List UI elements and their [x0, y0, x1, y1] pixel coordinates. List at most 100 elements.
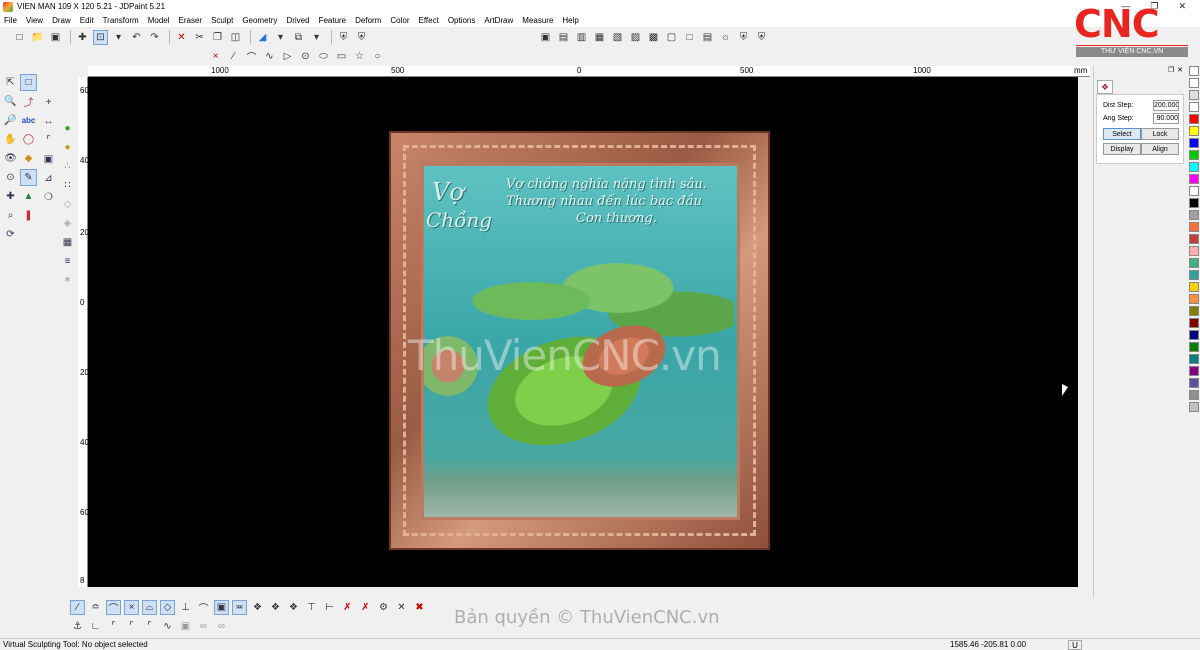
color-swatch[interactable] — [1189, 138, 1199, 148]
mirror-icon[interactable]: ❚ — [20, 207, 37, 224]
menu-sculpt[interactable]: Sculpt — [211, 16, 233, 25]
link-icon[interactable]: ∞ — [196, 619, 211, 634]
chamfer-icon[interactable]: ⌜ — [106, 619, 121, 634]
select-button[interactable]: Select — [1103, 128, 1141, 140]
gem-icon[interactable]: ◆ — [20, 150, 37, 167]
layers-stack-icon[interactable]: ≡ — [59, 253, 76, 270]
drawing-canvas[interactable]: Vợ Chồng Vợ chồng nghĩa nặng tình sâu. T… — [88, 77, 1078, 587]
bulb-icon[interactable]: ● — [59, 120, 76, 137]
eraser-icon[interactable]: ◇ — [59, 196, 76, 213]
add-icon[interactable]: + — [40, 94, 57, 111]
view-front-icon[interactable]: ▣ — [538, 30, 553, 45]
slope-icon[interactable]: ⊿ — [40, 170, 57, 187]
color-swatch[interactable] — [1189, 246, 1199, 256]
offset-icon[interactable]: ◯ — [20, 131, 37, 148]
eye-icon[interactable]: 👁 — [2, 150, 19, 167]
zoom-icon[interactable]: ⌕ — [2, 207, 19, 224]
extend-icon[interactable]: ⊢ — [322, 600, 337, 615]
menu-transform[interactable]: Transform — [103, 16, 139, 25]
star-icon[interactable]: ☆ — [352, 49, 367, 64]
menu-draw[interactable]: Draw — [52, 16, 71, 25]
gear-icon[interactable]: ⚙ — [376, 600, 391, 615]
color-swatch[interactable] — [1189, 210, 1199, 220]
shield-filled-icon[interactable]: ⛨ — [354, 30, 369, 45]
panel-tab-icon[interactable]: ❖ — [1097, 80, 1113, 94]
color-fill-icon[interactable]: ◢ — [255, 30, 270, 45]
transform-3-icon[interactable]: ❖ — [286, 600, 301, 615]
cross-2-icon[interactable]: ✗ — [358, 600, 373, 615]
delete-red-icon[interactable]: ✖ — [412, 600, 427, 615]
view-side-icon[interactable]: ▥ — [574, 30, 589, 45]
panel-restore-icon[interactable]: ❐ — [1168, 66, 1174, 76]
color-swatch[interactable] — [1189, 198, 1199, 208]
perpendicular-icon[interactable]: ⊥ — [178, 600, 193, 615]
vertical-scrollbar[interactable] — [1078, 77, 1090, 587]
pan-icon[interactable]: ✋ — [2, 131, 19, 148]
palette-dropper-icon[interactable] — [1189, 102, 1199, 112]
palette-pencil-icon[interactable] — [1189, 66, 1199, 76]
text-tool-icon[interactable]: abc — [20, 112, 37, 129]
palette-none-icon[interactable] — [1189, 78, 1199, 88]
open-folder-icon[interactable]: 📁 — [30, 30, 45, 45]
redo-icon[interactable]: ↷ — [147, 30, 162, 45]
select-box-icon[interactable]: ⊡ — [93, 29, 108, 45]
color-swatch[interactable] — [1189, 222, 1199, 232]
view-wire-icon[interactable]: □ — [682, 30, 697, 45]
arc-icon[interactable]: ⌒ — [244, 49, 259, 64]
view-iso-icon[interactable]: ▦ — [592, 30, 607, 45]
knife-icon[interactable]: ✕ — [394, 600, 409, 615]
color-swatch[interactable] — [1189, 366, 1199, 376]
view-fit-icon[interactable]: ▩ — [646, 30, 661, 45]
color-swatch[interactable] — [1189, 162, 1199, 172]
color-swatch[interactable] — [1189, 174, 1199, 184]
diamond-icon[interactable]: ◇ — [160, 600, 175, 615]
menu-color[interactable]: Color — [390, 16, 409, 25]
menu-view[interactable]: View — [26, 16, 43, 25]
color-swatch[interactable] — [1189, 390, 1199, 400]
color-swatch[interactable] — [1189, 294, 1199, 304]
snap-node-icon[interactable]: ≖ — [232, 600, 247, 615]
color-swatch[interactable] — [1189, 126, 1199, 136]
menu-help[interactable]: Help — [562, 16, 578, 25]
bulb-yellow-icon[interactable]: ● — [59, 139, 76, 156]
arrow-path-icon[interactable]: ⤴ — [20, 93, 37, 110]
spline-icon[interactable]: ∿ — [262, 49, 277, 64]
tangent-icon[interactable]: ⌒ — [196, 600, 211, 615]
copy-icon[interactable]: ❐ — [210, 30, 225, 45]
multi-line-icon[interactable]: ≏ — [88, 600, 103, 615]
ellipse-icon[interactable]: ⬭ — [316, 49, 331, 64]
dropdown-arrow-icon[interactable]: ▾ — [111, 30, 126, 45]
menu-deform[interactable]: Deform — [355, 16, 381, 25]
rectangle-icon[interactable]: ▭ — [334, 49, 349, 64]
layers-icon[interactable]: ⧉ — [291, 30, 306, 45]
link-2-icon[interactable]: ∞ — [214, 619, 229, 634]
new-file-icon[interactable]: □ — [12, 30, 27, 45]
line-icon[interactable]: ∕ — [226, 49, 241, 64]
node-edit-icon[interactable]: ⊙ — [2, 169, 19, 186]
view-grid-icon[interactable]: ▧ — [610, 30, 625, 45]
shield-icon[interactable]: ⛨ — [336, 30, 351, 45]
camera-icon[interactable]: ▣ — [40, 151, 57, 168]
curve-icon[interactable]: ⌓ — [142, 600, 157, 615]
view-light-icon[interactable]: ☼ — [718, 30, 733, 45]
menu-feature[interactable]: Feature — [319, 16, 347, 25]
intersect-icon[interactable]: × — [124, 600, 139, 615]
zoom-out-icon[interactable]: 🔎 — [2, 112, 19, 129]
box-icon[interactable]: ▣ — [178, 619, 193, 634]
align-button[interactable]: Align — [1141, 143, 1179, 155]
palette-pattern-icon[interactable] — [1189, 90, 1199, 100]
corner-2-icon[interactable]: ⌜ — [124, 619, 139, 634]
color-swatch[interactable] — [1189, 306, 1199, 316]
zoom-in-icon[interactable]: 🔍 — [2, 93, 19, 110]
view-mesh-icon[interactable]: ▤ — [700, 30, 715, 45]
color-swatch[interactable] — [1189, 234, 1199, 244]
view-shield-filled-icon[interactable]: ⛨ — [754, 30, 769, 45]
color-swatch[interactable] — [1189, 114, 1199, 124]
blur-icon[interactable]: ✶ — [59, 272, 76, 289]
width-icon[interactable]: ↔ — [40, 113, 57, 130]
circle-dot-icon[interactable]: ⊙ — [298, 49, 313, 64]
move-icon[interactable]: ✚ — [2, 188, 19, 205]
anchor-icon[interactable]: ⚓ — [70, 619, 85, 634]
color-swatch[interactable] — [1189, 150, 1199, 160]
arc-tool-icon[interactable]: ⌒ — [106, 600, 121, 615]
